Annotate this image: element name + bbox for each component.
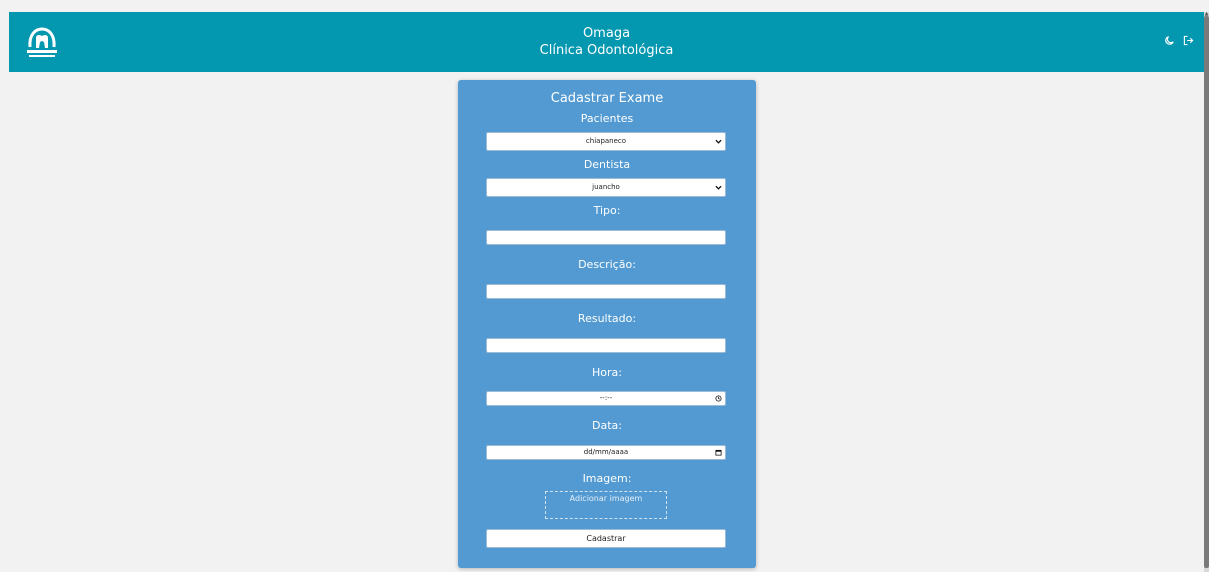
descricao-label: Descrição: xyxy=(578,258,636,271)
scrollbar-thumb[interactable] xyxy=(1204,16,1209,568)
theme-toggle-icon[interactable] xyxy=(1164,35,1175,46)
data-label: Data: xyxy=(592,419,622,432)
add-image-label: Adicionar imagem xyxy=(569,494,643,503)
tipo-label: Tipo: xyxy=(593,204,621,217)
tipo-input[interactable] xyxy=(486,230,726,245)
dentista-select[interactable]: juancho xyxy=(486,178,726,197)
pacientes-select[interactable]: chiapaneco xyxy=(486,132,726,151)
descricao-input[interactable] xyxy=(486,284,726,299)
data-input[interactable]: dd/mm/aaaa xyxy=(486,445,726,460)
dentista-select-value: juancho xyxy=(592,183,620,191)
data-placeholder: dd/mm/aaaa xyxy=(583,448,629,456)
form-title: Cadastrar Exame xyxy=(550,91,664,106)
pacientes-select-value: chiapaneco xyxy=(585,137,627,145)
add-image-button[interactable]: Adicionar imagem xyxy=(545,491,667,519)
app-title: Omaga Clínica Odontológica xyxy=(9,25,1204,59)
chevron-down-icon xyxy=(715,185,722,190)
hora-input[interactable]: --:-- xyxy=(486,391,726,406)
logout-icon[interactable] xyxy=(1183,35,1194,46)
exam-form-card: Cadastrar Exame Pacientes chiapaneco Den… xyxy=(458,80,756,568)
app-title-line1: Omaga xyxy=(582,26,631,41)
page-scrollbar[interactable]: ▲ xyxy=(1204,12,1209,572)
top-header: Omaga Clínica Odontológica xyxy=(9,12,1204,72)
imagem-label: Imagem: xyxy=(582,472,632,485)
app-title-line2: Clínica Odontológica xyxy=(539,43,674,58)
hora-placeholder: --:-- xyxy=(599,394,613,402)
resultado-input[interactable] xyxy=(486,338,726,353)
cadastrar-button[interactable]: Cadastrar xyxy=(486,529,726,548)
header-actions xyxy=(1164,35,1194,46)
clock-icon[interactable] xyxy=(715,395,722,402)
hora-label: Hora: xyxy=(592,366,622,379)
dentista-label: Dentista xyxy=(583,158,631,171)
pacientes-label: Pacientes xyxy=(580,112,634,125)
chevron-down-icon xyxy=(715,139,722,144)
resultado-label: Resultado: xyxy=(577,312,637,325)
app-frame: Omaga Clínica Odontológica Cadastrar Exa… xyxy=(9,12,1204,572)
calendar-icon[interactable] xyxy=(715,449,722,456)
